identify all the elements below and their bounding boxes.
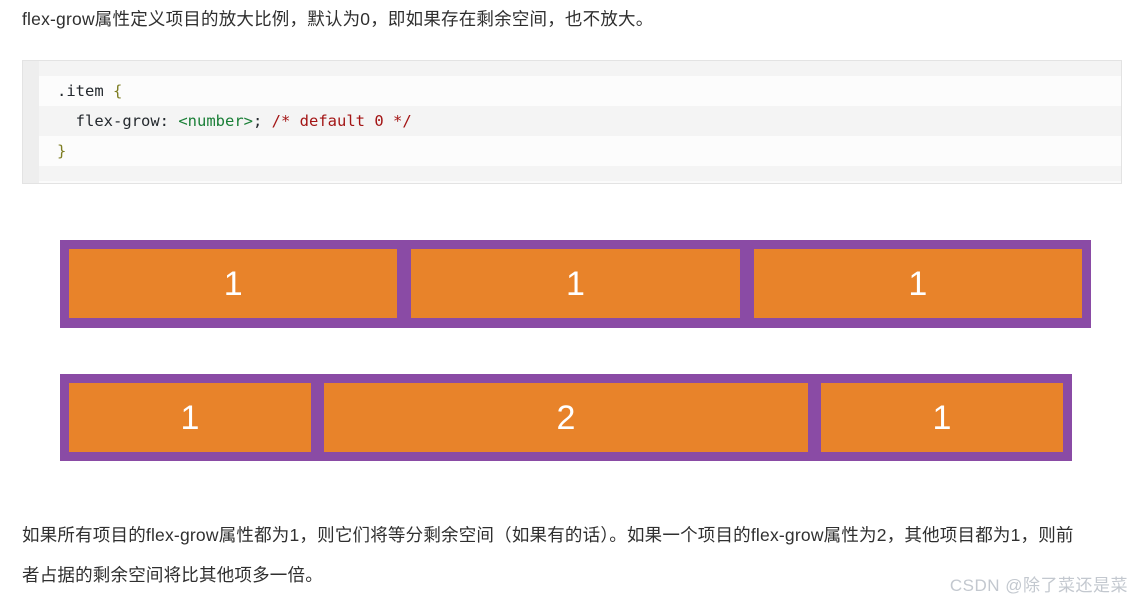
code-lines: .item { flex-grow: <number>; /* default … — [39, 61, 1121, 181]
css-semicolon: ; — [253, 112, 263, 130]
csdn-watermark: CSDN @除了菜还是菜 — [949, 576, 1128, 595]
flex-item: 1 — [69, 249, 398, 318]
code-block: .item { flex-grow: <number>; /* default … — [22, 60, 1122, 184]
css-close-brace: } — [57, 142, 67, 160]
flex-item: 1 — [411, 249, 740, 318]
code-gutter — [23, 61, 39, 183]
code-padding-top — [39, 61, 1121, 76]
css-selector: .item — [57, 82, 113, 100]
outro-paragraph: 如果所有项目的flex-grow属性都为1，则它们将等分剩余空间（如果有的话）。… — [22, 525, 1074, 585]
flex-item: 1 — [821, 383, 1063, 452]
css-property: flex-grow: — [75, 112, 169, 130]
flex-item: 1 — [69, 383, 311, 452]
flex-item: 1 — [753, 249, 1082, 318]
code-line-2: flex-grow: <number>; /* default 0 */ — [39, 106, 1121, 136]
css-comment: /* default 0 */ — [262, 112, 412, 130]
css-value: <number> — [169, 112, 253, 130]
flex-container-row-1: 1 1 1 — [60, 240, 1091, 328]
code-padding-bottom — [39, 166, 1121, 181]
intro-paragraph: flex-grow属性定义项目的放大比例，默认为0，即如果存在剩余空间，也不放大… — [22, 9, 654, 29]
css-open-brace: { — [113, 82, 123, 100]
code-line-1: .item { — [39, 76, 1121, 106]
code-line-3: } — [39, 136, 1121, 166]
flex-item: 2 — [324, 383, 808, 452]
flex-container-row-2: 1 2 1 — [60, 374, 1072, 461]
